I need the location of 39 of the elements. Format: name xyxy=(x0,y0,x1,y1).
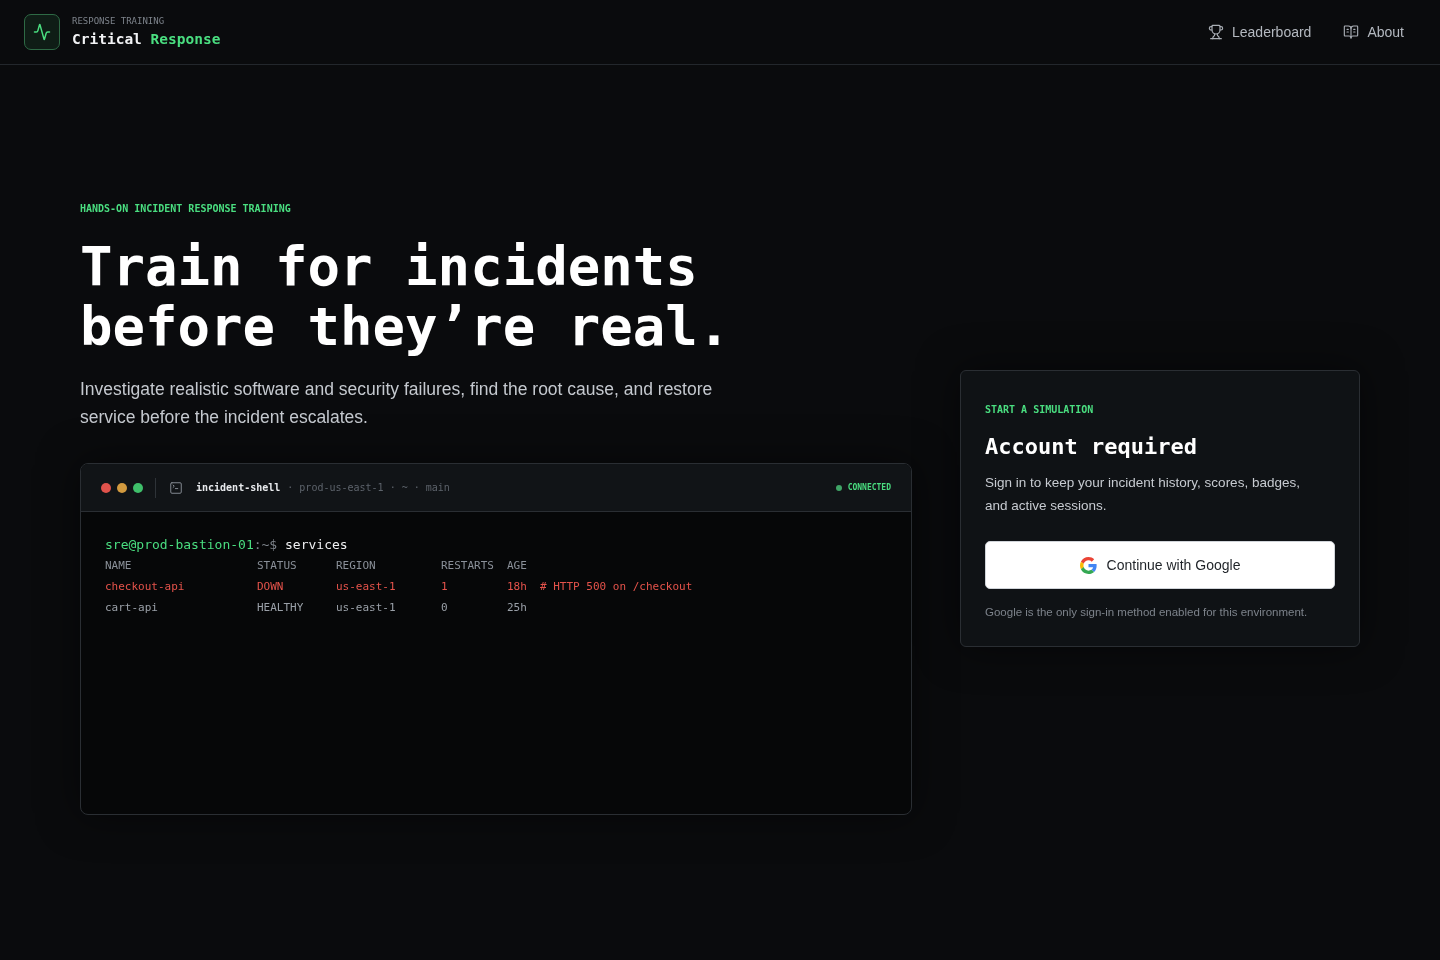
table-cell-text: cart-api xyxy=(105,600,159,616)
terminal-meta: · prod-us-east-1 · ~ · main xyxy=(287,482,450,493)
table-cell-text: 0 xyxy=(441,600,449,616)
command-prompt: sre@prod-bastion-01:~$ services xyxy=(105,536,349,554)
table-cell-text: checkout-api xyxy=(105,579,186,595)
table-cell-text: DOWN xyxy=(257,579,285,595)
card-description: Sign in to keep your incident history, scores, badges, and active sessions. xyxy=(985,474,1301,515)
column-header: NAME xyxy=(105,558,133,574)
table-cell-text: HEALTHY xyxy=(257,600,305,616)
google-signin-button[interactable]: Continue with Google xyxy=(985,541,1335,589)
hero-heading: Train for incidents before they’re real. xyxy=(80,237,732,357)
book-icon xyxy=(1343,24,1360,40)
table-cell-text: 1 xyxy=(441,579,449,595)
nav-link[interactable]: Leaderboard xyxy=(1208,22,1312,42)
table-cell-text: 18h xyxy=(507,579,528,595)
trophy-icon xyxy=(1208,24,1224,40)
table-cell-text: us-east-1 xyxy=(336,600,397,616)
nav-link[interactable]: About xyxy=(1343,22,1404,42)
card-title: Account required xyxy=(985,433,1198,461)
status-dot-icon xyxy=(835,484,842,491)
column-header: RESTARTS xyxy=(441,558,495,574)
terminal-icon xyxy=(169,480,183,495)
window-controls-icon xyxy=(101,482,143,493)
connection-status: CONNECTED xyxy=(847,483,891,492)
signin-note: Google is the only sign-in method enabled for this environment. xyxy=(985,605,1309,620)
comment-text: # HTTP 500 on /checkout xyxy=(540,579,693,595)
card-eyebrow: START A SIMULATION xyxy=(985,403,1095,417)
column-header: REGION xyxy=(336,558,377,574)
table-cell-text: 25h xyxy=(507,600,528,616)
hero-description: Investigate realistic software and security failures, find the root cause, and restore service before the incident escalates. xyxy=(80,378,714,429)
brand-name: Critical Response xyxy=(72,30,221,48)
logo-icon xyxy=(24,14,60,50)
column-header: STATUS xyxy=(257,558,298,574)
hero-eyebrow: HANDS-ON INCIDENT RESPONSE TRAINING xyxy=(80,202,292,216)
brand-tagline: RESPONSE TRAINING xyxy=(72,16,166,27)
terminal-title: incident-shell xyxy=(196,482,281,493)
column-header: AGE xyxy=(507,558,528,574)
google-logo-icon xyxy=(1079,556,1097,574)
table-cell-text: us-east-1 xyxy=(336,579,397,595)
